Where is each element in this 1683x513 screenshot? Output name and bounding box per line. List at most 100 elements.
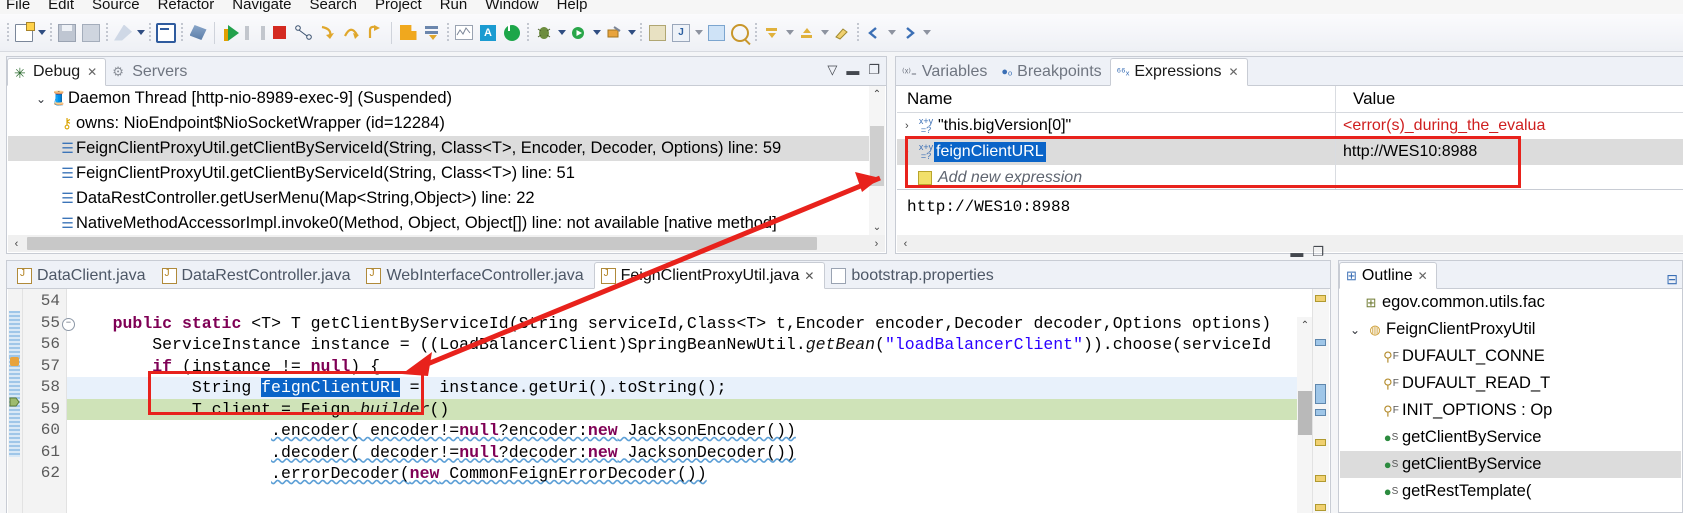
- editor-vertical-scrollbar[interactable]: ⌃: [1297, 317, 1313, 513]
- forward-dropdown-icon[interactable]: [921, 22, 932, 44]
- next-annotation-dropdown-icon[interactable]: [784, 22, 795, 44]
- code-line-57[interactable]: if (instance != null) {: [67, 356, 1312, 378]
- console-icon[interactable]: [155, 22, 177, 44]
- overview-warning-mark[interactable]: [1315, 475, 1326, 482]
- chevron-right-icon[interactable]: ›: [905, 146, 918, 158]
- breakpoint-icon[interactable]: [10, 357, 19, 366]
- external-tools-dropdown-icon[interactable]: [626, 22, 637, 44]
- minimize-icon[interactable]: ▬: [846, 63, 859, 78]
- editor-tab-datarestcontroller[interactable]: DataRestController.java: [156, 263, 361, 288]
- expression-name-input[interactable]: feignClientURL: [934, 142, 1046, 162]
- outline-row-method[interactable]: ● S getClientByService: [1340, 424, 1681, 451]
- launch-dropdown-icon[interactable]: [135, 22, 146, 44]
- outline-row-method[interactable]: ● S getRestTemplate(: [1340, 478, 1681, 505]
- use-step-filters-icon[interactable]: [397, 22, 419, 44]
- tree-row-stackframe[interactable]: ☰ FeignClientProxyUtil.getClientByServic…: [8, 161, 869, 186]
- tab-variables[interactable]: ⁽ˣ⁾₌ Variables: [896, 59, 995, 85]
- minimize-icon[interactable]: ▬: [1290, 245, 1303, 260]
- new-wizard-icon[interactable]: [13, 21, 35, 44]
- back-icon[interactable]: [863, 22, 885, 44]
- overview-warning-mark[interactable]: [1315, 439, 1326, 446]
- previous-annotation-icon[interactable]: [796, 22, 818, 44]
- external-tools-icon[interactable]: [603, 22, 625, 44]
- menu-item-source[interactable]: Source: [92, 0, 140, 13]
- outline-row-class[interactable]: ⌄ ◍ FeignClientProxyUtil: [1340, 316, 1681, 343]
- expressions-table[interactable]: Name Value › x+y =? "this.bigVersion[0]" …: [897, 86, 1683, 190]
- outline-tree[interactable]: ⊞ egov.common.utils.fac ⌄ ◍ FeignClientP…: [1340, 289, 1681, 511]
- menu-item-help[interactable]: Help: [557, 0, 588, 13]
- new-class-dropdown-icon[interactable]: [693, 22, 704, 44]
- overview-ruler[interactable]: [1312, 289, 1329, 513]
- monitor-icon[interactable]: [453, 22, 475, 44]
- column-divider[interactable]: [1335, 86, 1336, 190]
- menu-item-run[interactable]: Run: [440, 0, 468, 13]
- next-annotation-icon[interactable]: [761, 22, 783, 44]
- resume-icon[interactable]: [220, 22, 242, 44]
- chevron-down-icon[interactable]: ⌄: [1350, 323, 1364, 337]
- debug-dropdown-icon[interactable]: [556, 22, 567, 44]
- disconnect-icon[interactable]: [292, 22, 314, 44]
- outline-row-method-selected[interactable]: ● S getClientByService: [1340, 451, 1681, 478]
- tree-row-stackframe[interactable]: ☰ NativeMethodAccessorImpl.invoke0(Metho…: [8, 211, 869, 235]
- new-dropdown-icon[interactable]: [36, 22, 47, 44]
- code-text[interactable]: public static <T> T getClientByServiceId…: [67, 289, 1312, 513]
- expression-row-add-new[interactable]: Add new expression: [897, 165, 1683, 190]
- run-dropdown-icon[interactable]: [591, 22, 602, 44]
- skip-breakpoints-icon[interactable]: [187, 22, 209, 44]
- close-icon[interactable]: ✕: [1418, 269, 1428, 283]
- scroll-up-icon[interactable]: ⌃: [869, 86, 885, 102]
- debug-icon[interactable]: [533, 22, 555, 44]
- tab-breakpoints[interactable]: ●ₒ Breakpoints: [995, 59, 1109, 85]
- selected-variable[interactable]: feignClientURL: [261, 378, 400, 397]
- close-icon[interactable]: ✕: [1228, 65, 1238, 79]
- menu-item-file[interactable]: File: [6, 0, 30, 13]
- overview-change-mark[interactable]: [1315, 339, 1326, 346]
- code-line-56[interactable]: ServiceInstance instance = ((LoadBalance…: [67, 334, 1312, 356]
- new-java-project-icon[interactable]: [646, 22, 668, 44]
- scroll-track[interactable]: [25, 235, 868, 252]
- debug-stack-tree[interactable]: ⌄ 🧵 Daemon Thread [http-nio-8989-exec-9]…: [8, 86, 869, 235]
- overview-warning-mark[interactable]: [1315, 504, 1326, 511]
- debug-vertical-scrollbar[interactable]: ⌃ ⌄: [869, 86, 885, 235]
- tree-row-stackframe[interactable]: ☰ DataRestController.getUserMenu(Map<Str…: [8, 186, 869, 211]
- collapse-all-icon[interactable]: ⊟: [1666, 271, 1678, 287]
- maximize-icon[interactable]: ❐: [868, 62, 880, 78]
- scroll-up-icon[interactable]: ⌃: [1297, 317, 1313, 333]
- overview-change-mark[interactable]: [1315, 384, 1326, 404]
- terminate-icon[interactable]: [268, 22, 290, 44]
- editor-tab-bootstrap-properties[interactable]: bootstrap.properties: [825, 263, 1003, 288]
- open-type-icon[interactable]: [705, 22, 727, 44]
- code-line-54[interactable]: [67, 291, 1312, 313]
- code-line-61[interactable]: .decoder( decoder!=null?decoder:new Jack…: [67, 442, 1312, 464]
- tab-debug[interactable]: Debug ✕: [7, 58, 107, 86]
- new-class-icon[interactable]: J: [670, 22, 692, 44]
- forward-icon[interactable]: [898, 22, 920, 44]
- view-menu-icon[interactable]: ▽: [827, 62, 837, 78]
- drop-to-frame-icon[interactable]: [421, 22, 443, 44]
- overview-change-mark[interactable]: [1315, 409, 1326, 416]
- editor-tab-feignclientproxyutil[interactable]: FeignClientProxyUtil.java ✕: [593, 262, 826, 289]
- tab-servers[interactable]: ⚙ Servers: [106, 59, 195, 85]
- outline-row-field[interactable]: ⚲ F INIT_OPTIONS : Op: [1340, 397, 1681, 424]
- code-line-60[interactable]: .encoder( encoder!=null?encoder:new Jack…: [67, 420, 1312, 442]
- menu-item-navigate[interactable]: Navigate: [232, 0, 291, 13]
- scroll-down-icon[interactable]: ⌄: [869, 219, 885, 235]
- scroll-left-icon[interactable]: ‹: [8, 235, 25, 252]
- outline-row-field[interactable]: ⚲ F DUFAULT_CONNE: [1340, 343, 1681, 370]
- tab-expressions[interactable]: ⁶⁶ₓ Expressions ✕: [1109, 58, 1248, 86]
- tab-outline[interactable]: ⊞ Outline ✕: [1339, 262, 1437, 289]
- annotation-icon[interactable]: A: [477, 22, 499, 44]
- last-edit-icon[interactable]: [831, 22, 853, 44]
- search-icon[interactable]: [729, 22, 751, 44]
- maximize-icon[interactable]: ❐: [1312, 244, 1324, 260]
- marker-ruler[interactable]: [8, 289, 23, 513]
- scroll-right-icon[interactable]: ›: [868, 235, 885, 252]
- save-icon[interactable]: [56, 22, 78, 44]
- tree-row-thread[interactable]: ⌄ 🧵 Daemon Thread [http-nio-8989-exec-9]…: [8, 86, 869, 111]
- tree-row-owns[interactable]: ⚷ owns: NioEndpoint$NioSocketWrapper (id…: [8, 111, 869, 136]
- step-into-icon[interactable]: [316, 22, 338, 44]
- launch-icon[interactable]: [112, 22, 134, 44]
- step-over-icon[interactable]: [340, 22, 362, 44]
- menu-item-window[interactable]: Window: [485, 0, 538, 13]
- expression-row-selected[interactable]: › x+y =? feignClientURL http://WES10:8988: [897, 139, 1683, 165]
